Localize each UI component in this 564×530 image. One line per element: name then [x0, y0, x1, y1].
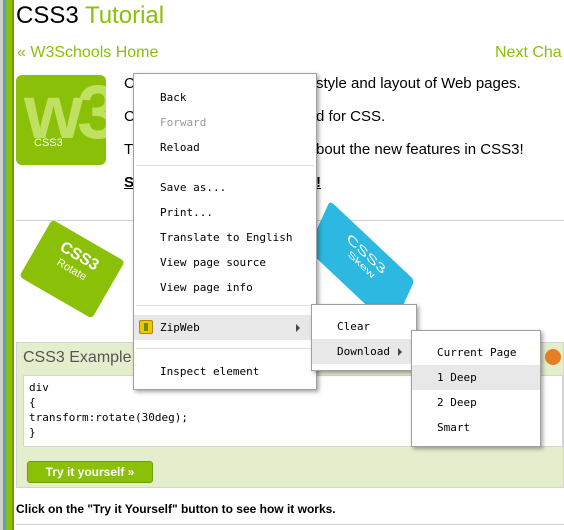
menu-item-download[interactable]: Download — [312, 339, 416, 364]
menu-item-label: Reload — [160, 141, 200, 154]
zipweb-submenu: Clear Download — [311, 304, 417, 371]
menu-item-label: Forward — [160, 116, 207, 129]
logo-subtext: CSS3 — [34, 137, 63, 149]
menu-item-1-deep[interactable]: 1 Deep — [412, 365, 540, 390]
menu-item-smart[interactable]: Smart — [412, 415, 540, 440]
firefox-icon-2 — [545, 349, 561, 365]
w3-css3-logo: w3 CSS3 — [16, 75, 106, 165]
home-link[interactable]: « W3Schools Home — [17, 44, 158, 62]
css3-rotate-demo: CSS3 Rotate — [19, 219, 125, 319]
intro-line-3-end: bout the new features in CSS3! — [316, 141, 524, 158]
menu-item-2-deep[interactable]: 2 Deep — [412, 390, 540, 415]
menu-separator — [136, 305, 314, 306]
submenu-arrow-icon — [398, 348, 402, 356]
menu-item-label: 2 Deep — [437, 396, 477, 409]
menu-item-label: 1 Deep — [437, 371, 477, 384]
menu-item-forward[interactable]: Forward — [134, 110, 316, 135]
menu-item-translate[interactable]: Translate to English — [134, 225, 316, 250]
divider-bottom — [16, 524, 564, 525]
menu-item-label: Print... — [160, 206, 213, 219]
menu-item-zipweb[interactable]: ZipWeb — [134, 315, 316, 340]
menu-item-label: Current Page — [437, 346, 517, 359]
page-title-accent: Tutorial — [84, 2, 165, 29]
menu-item-inspect[interactable]: Inspect element — [134, 359, 316, 384]
menu-item-view-source[interactable]: View page source — [134, 250, 316, 275]
try-it-yourself-button[interactable]: Try it yourself » — [27, 461, 153, 483]
menu-item-clear[interactable]: Clear — [312, 314, 416, 339]
menu-item-label: ZipWeb — [160, 321, 200, 334]
zipweb-icon — [139, 320, 153, 334]
intro-line-2-end: d for CSS. — [316, 108, 386, 125]
menu-item-back[interactable]: Back — [134, 85, 316, 110]
page-title: CSS3 Tutorial — [16, 2, 164, 30]
example-title: CSS3 Example — [23, 349, 132, 366]
menu-item-label: Translate to English — [160, 231, 293, 244]
instructions-text: Click on the "Try it Yourself" button to… — [16, 502, 336, 516]
menu-item-label: Clear — [337, 320, 371, 333]
page-title-main: CSS3 — [16, 2, 79, 29]
menu-separator — [136, 165, 314, 166]
menu-item-label: View page source — [160, 256, 266, 269]
intro-line-1-end: style and layout of Web pages. — [316, 75, 521, 92]
intro-line-3-start: T — [124, 141, 134, 158]
menu-item-label: Back — [160, 91, 187, 104]
context-menu: Back Forward Reload Save as... Print... … — [133, 73, 317, 390]
menu-item-current-page[interactable]: Current Page — [412, 340, 540, 365]
menu-item-reload[interactable]: Reload — [134, 135, 316, 160]
menu-item-label: Inspect element — [160, 365, 260, 378]
menu-item-save-as[interactable]: Save as... — [134, 175, 316, 200]
menu-item-view-info[interactable]: View page info — [134, 275, 316, 300]
next-chapter-link[interactable]: Next Cha — [495, 44, 562, 62]
menu-item-print[interactable]: Print... — [134, 200, 316, 225]
skew-demo-label: Skew — [346, 248, 376, 282]
menu-item-label: View page info — [160, 281, 253, 294]
menu-item-label: Download — [337, 345, 390, 358]
download-submenu: Current Page 1 Deep 2 Deep Smart — [411, 330, 541, 447]
skew-demo-title: CSS3 — [344, 230, 388, 278]
menu-separator — [136, 348, 314, 349]
submenu-arrow-icon — [296, 324, 300, 332]
window-left-border — [0, 0, 14, 530]
menu-item-label: Smart — [437, 421, 471, 434]
menu-item-label: Save as... — [160, 181, 227, 194]
